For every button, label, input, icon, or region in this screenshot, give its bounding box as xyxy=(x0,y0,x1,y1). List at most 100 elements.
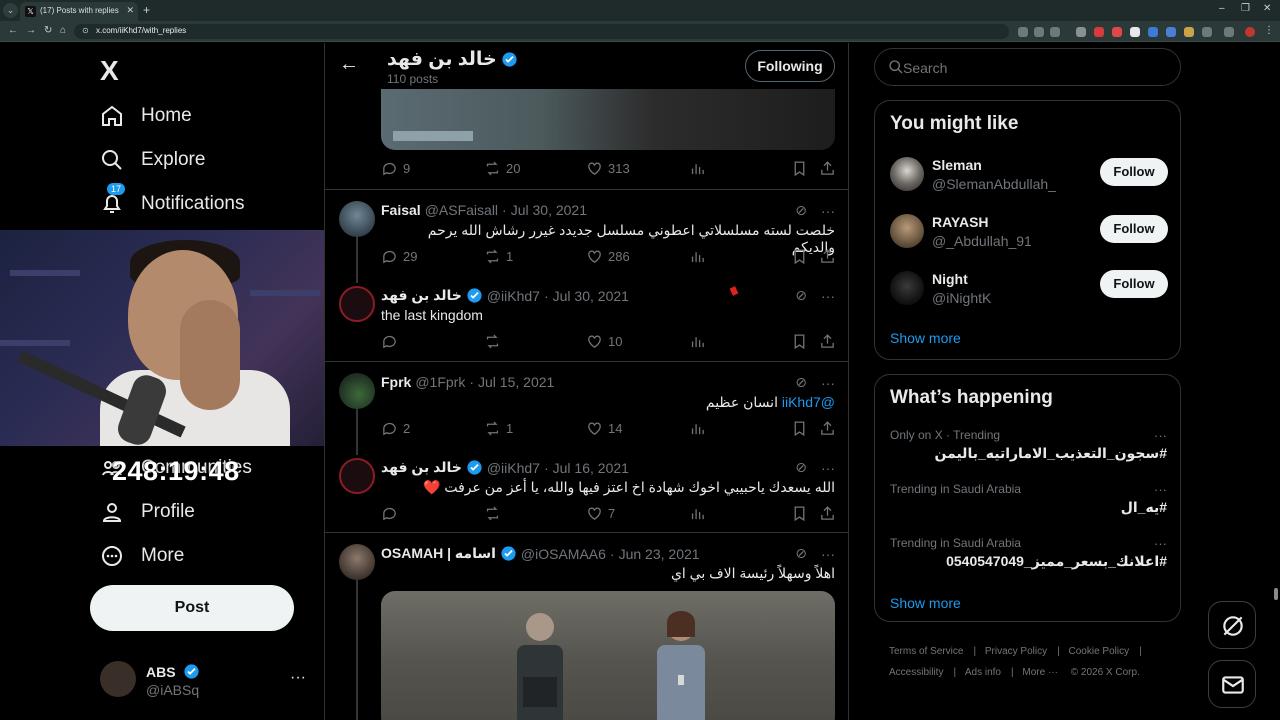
avatar[interactable] xyxy=(890,214,924,248)
suggested-user[interactable]: Night @iNightK Follow xyxy=(890,269,1170,311)
grok-icon[interactable]: ⊘ xyxy=(795,287,807,304)
author-name[interactable]: Fprk xyxy=(381,374,411,390)
more-dots-icon[interactable]: ··· xyxy=(821,546,835,562)
share-button[interactable] xyxy=(819,420,836,437)
nav-profile[interactable]: Profile xyxy=(100,500,195,524)
messages-button[interactable] xyxy=(1208,660,1256,708)
bookmark-button[interactable] xyxy=(791,420,808,437)
more-dots-icon[interactable]: ··· xyxy=(1154,428,1167,443)
maximize-icon[interactable]: ❐ xyxy=(1241,3,1250,14)
forward-icon[interactable]: → xyxy=(26,25,36,36)
more-dots-icon[interactable]: ··· xyxy=(290,669,306,687)
extension-icon[interactable] xyxy=(1076,27,1086,37)
tab-close-icon[interactable]: ✕ xyxy=(126,5,134,16)
follow-button[interactable]: Follow xyxy=(1100,270,1168,298)
like-button[interactable]: 286 xyxy=(586,248,630,265)
tweet-date[interactable]: Jul 15, 2021 xyxy=(478,374,554,390)
user-name[interactable]: Sleman xyxy=(932,157,982,173)
share-button[interactable] xyxy=(819,333,836,350)
retweet-button[interactable]: 1 xyxy=(484,248,513,265)
minimize-icon[interactable]: – xyxy=(1219,3,1225,14)
footer-link[interactable]: Terms of Service xyxy=(889,646,963,657)
tweet-media-image[interactable] xyxy=(381,89,835,150)
avatar[interactable] xyxy=(339,201,375,237)
more-dots-icon[interactable]: ··· xyxy=(821,203,835,219)
views-button[interactable] xyxy=(689,505,706,522)
author-name[interactable]: Faisal xyxy=(381,202,421,218)
extension-icon[interactable] xyxy=(1166,27,1176,37)
extension-icon[interactable] xyxy=(1148,27,1158,37)
like-button[interactable]: 313 xyxy=(586,160,630,177)
nav-more[interactable]: More xyxy=(100,544,184,568)
more-dots-icon[interactable]: ··· xyxy=(821,288,835,304)
bookmark-button[interactable] xyxy=(791,160,808,177)
new-tab-button[interactable]: + xyxy=(143,3,150,17)
side-panel-icon[interactable] xyxy=(1224,27,1234,37)
post-button[interactable]: Post xyxy=(90,585,294,631)
author-handle[interactable]: @iOSAMAA6 xyxy=(521,546,606,562)
user-name[interactable]: RAYASH xyxy=(932,214,989,230)
avatar[interactable] xyxy=(339,373,375,409)
suggested-user[interactable]: RAYASH @_Abdullah_91 Follow xyxy=(890,212,1170,254)
extensions-puzzle-icon[interactable] xyxy=(1202,27,1212,37)
nav-notifications[interactable]: 17 Notifications xyxy=(100,183,245,216)
following-button[interactable]: Following xyxy=(745,50,835,82)
views-button[interactable] xyxy=(689,333,706,350)
extension-icon[interactable] xyxy=(1184,27,1194,37)
back-icon[interactable]: ← xyxy=(8,25,18,36)
grok-icon[interactable]: ⊘ xyxy=(795,545,807,562)
more-dots-icon[interactable]: ··· xyxy=(821,375,835,391)
tweet-date[interactable]: Jun 23, 2021 xyxy=(619,546,700,562)
follow-button[interactable]: Follow xyxy=(1100,215,1168,243)
author-handle[interactable]: @iiKhd7 xyxy=(487,460,540,476)
profile-avatar-icon[interactable] xyxy=(1245,27,1255,37)
account-switcher[interactable]: ABS @iABSq ··· xyxy=(100,659,310,703)
search-input[interactable] xyxy=(903,60,1153,76)
user-name[interactable]: Night xyxy=(932,271,968,287)
retweet-button[interactable] xyxy=(484,505,501,522)
close-window-icon[interactable]: ✕ xyxy=(1263,3,1271,14)
nav-explore[interactable]: Explore xyxy=(100,148,205,172)
search-box[interactable] xyxy=(874,48,1181,86)
retweet-button[interactable]: 1 xyxy=(484,420,513,437)
browser-menu-icon[interactable]: ⋮ xyxy=(1264,25,1274,36)
avatar[interactable] xyxy=(890,157,924,191)
avatar[interactable] xyxy=(339,544,375,580)
views-button[interactable] xyxy=(689,420,706,437)
footer-link[interactable]: Privacy Policy xyxy=(985,646,1047,657)
author-name[interactable]: خالد بن فهد xyxy=(381,287,462,304)
mention-link[interactable]: @iiKhd7 xyxy=(782,394,835,410)
bookmark-button[interactable] xyxy=(791,333,808,350)
grok-icon[interactable]: ⊘ xyxy=(795,374,807,391)
home-icon[interactable]: ⌂ xyxy=(60,25,66,36)
retweet-button[interactable] xyxy=(484,333,501,350)
retweet-button[interactable]: 20 xyxy=(484,160,520,177)
reload-icon[interactable]: ↻ xyxy=(44,25,52,36)
avatar[interactable] xyxy=(339,458,375,494)
avatar[interactable] xyxy=(339,286,375,322)
views-button[interactable] xyxy=(689,248,706,265)
extension-icon[interactable] xyxy=(1112,27,1122,37)
scrollbar[interactable] xyxy=(1272,43,1280,720)
reply-button[interactable]: 2 xyxy=(381,420,410,437)
tab-list-button[interactable]: ⌄ xyxy=(3,3,18,18)
footer-link[interactable]: Accessibility xyxy=(889,667,943,678)
trend-item[interactable]: Only on X · Trending ··· #سجون_التعذيب_ا… xyxy=(890,428,1167,462)
reply-button[interactable] xyxy=(381,333,398,350)
grok-icon[interactable]: ⊘ xyxy=(795,202,807,219)
scrollbar-thumb[interactable] xyxy=(1274,588,1278,600)
follow-button[interactable]: Follow xyxy=(1100,158,1168,186)
author-handle[interactable]: @ASFaisall xyxy=(425,202,498,218)
more-dots-icon[interactable]: ··· xyxy=(821,460,835,476)
grok-button[interactable] xyxy=(1208,601,1256,649)
author-name[interactable]: OSAMAH | اسامه xyxy=(381,545,496,562)
more-dots-icon[interactable]: ··· xyxy=(1154,536,1167,551)
browser-tab[interactable]: 𝕏 (17) Posts with replies by خالد بن فهد… xyxy=(20,2,138,21)
extension-icon[interactable] xyxy=(1130,27,1140,37)
grok-icon[interactable]: ⊘ xyxy=(795,459,807,476)
footer-link[interactable]: Cookie Policy xyxy=(1069,646,1130,657)
footer-link[interactable]: Ads info xyxy=(965,667,1001,678)
bookmark-star-icon[interactable] xyxy=(1050,27,1060,37)
footer-link[interactable]: More ··· xyxy=(1022,667,1058,678)
reply-button[interactable]: 29 xyxy=(381,248,417,265)
